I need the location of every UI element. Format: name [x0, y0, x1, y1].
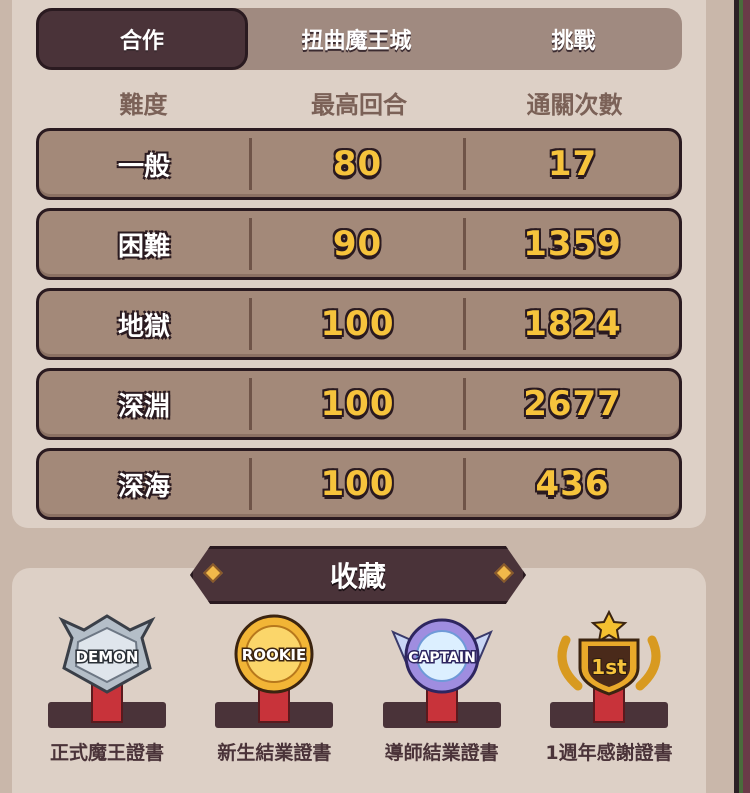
- medal-label: 新生結業證書: [217, 742, 332, 764]
- rookie-medal-icon: ROOKIE: [215, 614, 334, 728]
- medal-rookie[interactable]: ROOKIE 新生結業證書: [195, 610, 353, 780]
- difficulty-cell: 地獄: [39, 298, 253, 350]
- clears-cell: 17: [547, 144, 598, 184]
- captain-medal-icon: CAPTAIN: [382, 618, 501, 728]
- collection-title: 收藏: [329, 560, 386, 593]
- difficulty-cell: 一般: [39, 138, 253, 190]
- anniversary-medal-icon: 1st: [549, 610, 668, 728]
- difficulty-cell: 深海: [39, 458, 253, 510]
- difficulty-table: 一般 80 17 困難 90 1359 地獄 100 1824 深淵 100 2…: [36, 128, 682, 528]
- best-round-cell: 100: [252, 378, 467, 430]
- collection-banner: 收藏: [190, 546, 526, 604]
- tab-challenge[interactable]: 挑戰: [465, 8, 682, 70]
- background-edge: [734, 0, 750, 793]
- best-round-cell: 100: [252, 458, 467, 510]
- medal-label: 正式魔王證書: [49, 742, 164, 764]
- table-row: 地獄 100 1824: [36, 288, 682, 360]
- clears-cell: 2677: [523, 384, 622, 424]
- clears-cell: 1359: [523, 224, 622, 264]
- tab-coop[interactable]: 合作: [36, 8, 248, 70]
- medal-list: DEMON 正式魔王證書 ROOKIE 新生結業證書 CAPTAIN 導師結業證…: [28, 610, 688, 780]
- medal-captain[interactable]: CAPTAIN 導師結業證書: [363, 610, 521, 780]
- clears-cell: 436: [535, 464, 610, 504]
- clears-cell: 1824: [523, 304, 622, 344]
- table-row: 深淵 100 2677: [36, 368, 682, 440]
- anniversary-badge-text: 1st: [591, 655, 627, 679]
- table-row: 深海 100 436: [36, 448, 682, 520]
- captain-badge-text: CAPTAIN: [408, 650, 476, 666]
- best-round-cell: 80: [252, 138, 467, 190]
- table-row: 困難 90 1359: [36, 208, 682, 280]
- column-header-difficulty: 難度: [119, 90, 168, 119]
- medal-label: 導師結業證書: [384, 742, 499, 764]
- rookie-badge-text: ROOKIE: [242, 646, 307, 664]
- mode-tabs: 合作 扭曲魔王城 挑戰: [36, 8, 682, 70]
- demon-medal-icon: DEMON: [48, 614, 166, 728]
- table-row: 一般 80 17: [36, 128, 682, 200]
- table-header: 難度 最高回合 通關次數: [36, 82, 682, 122]
- difficulty-cell: 深淵: [39, 378, 253, 430]
- best-round-cell: 90: [252, 218, 467, 270]
- difficulty-cell: 困難: [39, 218, 253, 270]
- medal-label: 1週年感謝證書: [545, 742, 673, 764]
- column-header-best-round: 最高回合: [311, 90, 407, 119]
- column-header-clears: 通關次數: [526, 90, 623, 119]
- tab-twisted-demon-castle[interactable]: 扭曲魔王城: [248, 8, 465, 70]
- medal-demon[interactable]: DEMON 正式魔王證書: [28, 610, 186, 780]
- best-round-cell: 100: [252, 298, 467, 350]
- medal-anniversary[interactable]: 1st 1週年感謝證書: [530, 610, 688, 780]
- demon-badge-text: DEMON: [76, 648, 139, 666]
